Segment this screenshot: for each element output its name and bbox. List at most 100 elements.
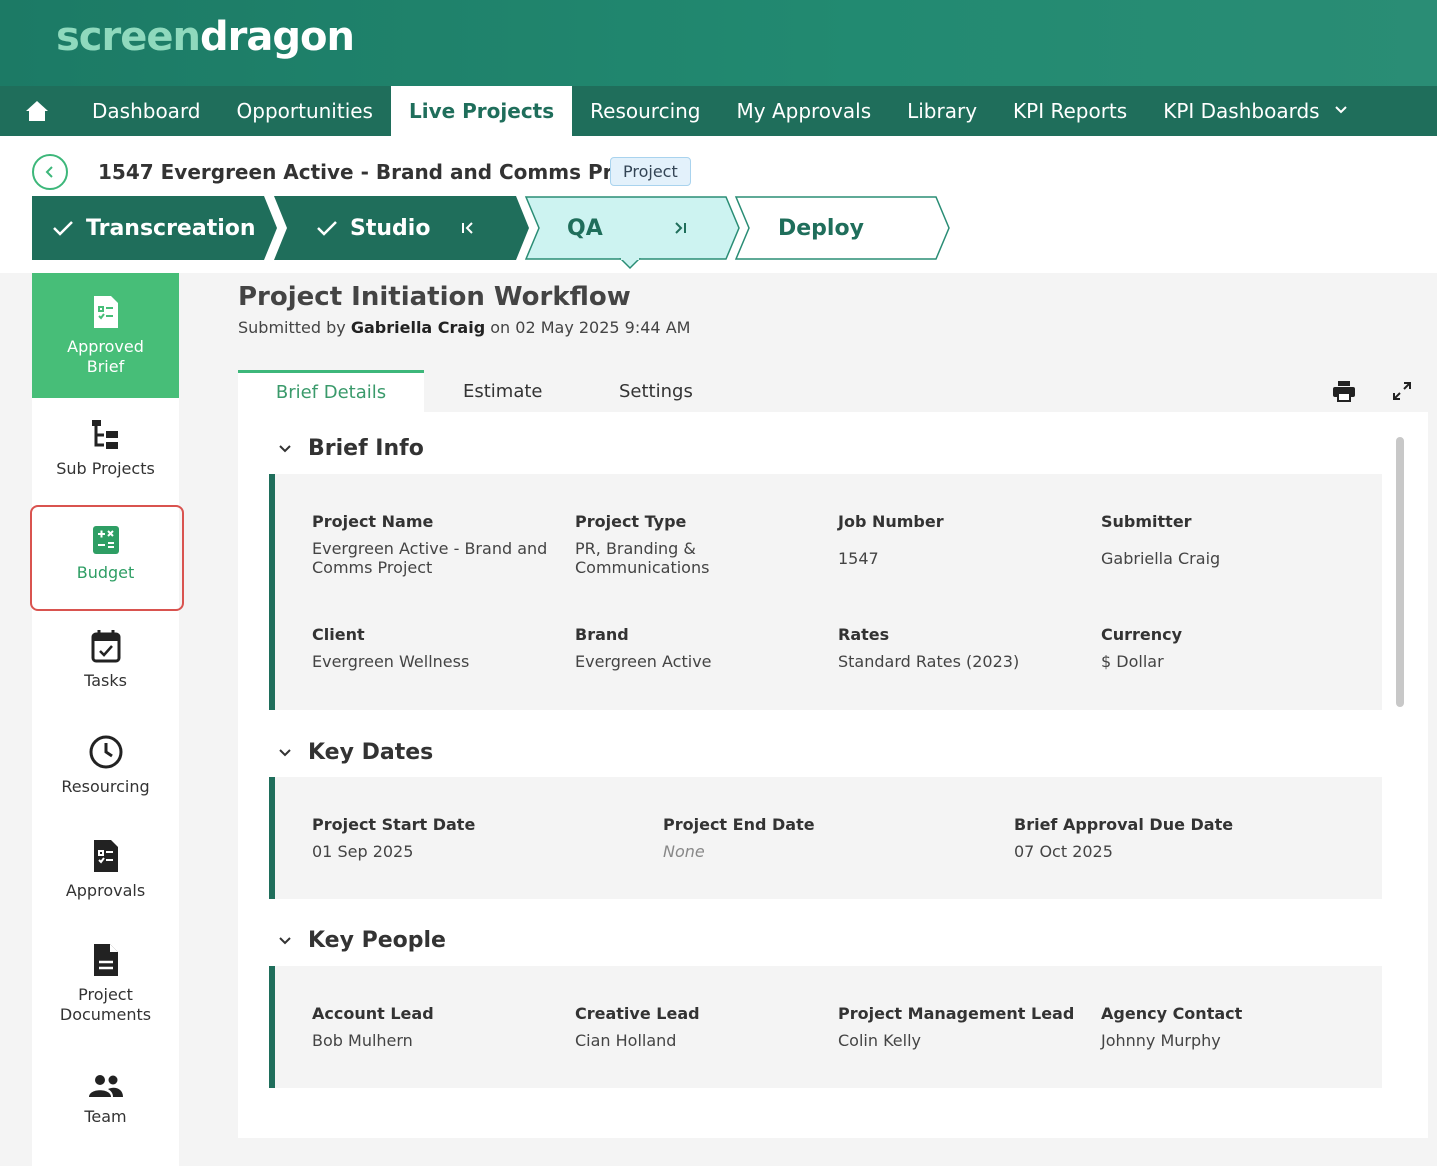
field-project-name: Project Name Evergreen Active - Brand an… <box>312 512 562 577</box>
submitted-line: Submitted by Gabriella Craig on 02 May 2… <box>238 318 690 337</box>
approved-brief-icon <box>93 296 118 328</box>
sidebar-item-approved-brief[interactable]: Approved Brief <box>32 273 179 398</box>
sidebar-label: Sub Projects <box>56 459 155 478</box>
sidebar-item-project-documents[interactable]: Project Documents <box>32 943 179 1043</box>
field-label: Currency <box>1101 625 1183 644</box>
back-button[interactable] <box>32 154 68 190</box>
field-label: Brand <box>575 625 629 644</box>
nav-opportunities[interactable]: Opportunities <box>219 86 391 136</box>
workflow-stages: Transcreation Studio QA Deploy <box>32 196 962 270</box>
section-key-people[interactable]: Key People <box>278 928 446 953</box>
field-value: Bob Mulhern <box>312 1031 413 1050</box>
sidebar-label: Approved Brief <box>67 337 144 376</box>
stage-qa[interactable]: QA <box>567 196 603 260</box>
submitted-date: on 02 May 2025 9:44 AM <box>490 318 691 337</box>
print-icon[interactable] <box>1330 378 1358 404</box>
field-label: Job Number <box>838 512 944 531</box>
chevron-down-icon <box>279 444 291 452</box>
stage-studio-label: Studio <box>350 215 431 241</box>
chevron-down-icon <box>1334 103 1348 119</box>
tasks-icon <box>91 630 120 663</box>
field-value: 01 Sep 2025 <box>312 842 414 861</box>
app-header: screen dragon <box>0 0 1437 86</box>
field-value: $ Dollar <box>1101 652 1164 671</box>
sidebar-item-resourcing[interactable]: Resourcing <box>32 735 179 815</box>
stage-transcreation-label: Transcreation <box>86 215 256 241</box>
field-label: Project Management Lead <box>838 1004 1075 1023</box>
nav-my-approvals[interactable]: My Approvals <box>719 86 890 136</box>
check-icon <box>317 221 337 236</box>
project-title: 1547 Evergreen Active - Brand and Comms … <box>98 160 669 184</box>
field-label: Submitter <box>1101 512 1192 531</box>
nav-kpi-dashboards-label: KPI Dashboards <box>1163 99 1320 123</box>
team-icon <box>88 1075 123 1097</box>
field-project-start-date: Project Start Date 01 Sep 2025 <box>312 815 632 861</box>
field-value: Standard Rates (2023) <box>838 652 1020 671</box>
tab-brief-details[interactable]: Brief Details <box>238 370 424 412</box>
nav-live-projects[interactable]: Live Projects <box>390 86 573 136</box>
field-agency-contact: Agency Contact Johnny Murphy <box>1101 1004 1361 1050</box>
field-label: Rates <box>838 625 890 644</box>
field-project-type: Project Type PR, Branding & Communicatio… <box>575 512 775 577</box>
stage-studio[interactable]: Studio <box>316 196 430 260</box>
sidebar-label: Approvals <box>65 881 146 900</box>
field-project-end-date: Project End Date None <box>663 815 983 861</box>
field-value: Colin Kelly <box>838 1031 921 1050</box>
skip-forward-icon[interactable] <box>672 196 688 260</box>
field-label: Project Type <box>575 512 687 531</box>
sidebar-item-approvals[interactable]: Approvals <box>32 839 179 919</box>
submitted-prefix: Submitted by <box>238 318 346 337</box>
field-value: PR, Branding & Communications <box>575 539 710 577</box>
document-icon <box>93 944 118 976</box>
field-brand: Brand Evergreen Active <box>575 625 815 671</box>
skip-back-icon[interactable] <box>460 196 476 260</box>
sidebar-label: Resourcing <box>61 777 150 796</box>
field-label: Account Lead <box>312 1004 434 1023</box>
screendragon-logo[interactable]: screen dragon <box>56 14 355 60</box>
field-label: Brief Approval Due Date <box>1014 815 1234 834</box>
key-people-card: Account Lead Bob Mulhern Creative Lead C… <box>269 966 1382 1088</box>
home-icon[interactable] <box>0 86 74 136</box>
chevron-left-icon <box>45 166 53 178</box>
field-value: Evergreen Active - Brand and Comms Proje… <box>312 539 548 577</box>
sidebar-item-sub-projects[interactable]: Sub Projects <box>32 419 179 499</box>
stage-deploy[interactable]: Deploy <box>778 196 864 260</box>
field-value: None <box>663 842 705 861</box>
field-value: Evergreen Wellness <box>312 652 470 671</box>
nav-library[interactable]: Library <box>889 86 995 136</box>
field-label: Agency Contact <box>1101 1004 1243 1023</box>
check-icon <box>53 221 73 236</box>
sub-projects-icon <box>91 420 118 449</box>
nav-kpi-reports[interactable]: KPI Reports <box>995 86 1145 136</box>
submitted-by: Gabriella Craig <box>350 318 486 337</box>
sidebar-item-team[interactable]: Team <box>32 1073 179 1153</box>
sidebar-label: Project Documents <box>59 985 152 1024</box>
field-value: 07 Oct 2025 <box>1014 842 1113 861</box>
sidebar-item-tasks[interactable]: Tasks <box>32 629 179 709</box>
chevron-down-icon <box>279 748 291 756</box>
stage-transcreation[interactable]: Transcreation <box>52 196 256 260</box>
expand-icon[interactable] <box>1388 378 1416 404</box>
nav-kpi-dashboards[interactable]: KPI Dashboards <box>1145 86 1365 136</box>
nav-resourcing[interactable]: Resourcing <box>572 86 718 136</box>
field-brief-approval-due-date: Brief Approval Due Date 07 Oct 2025 <box>1014 815 1354 861</box>
chevron-down-icon <box>279 936 291 944</box>
section-brief-info[interactable]: Brief Info <box>278 436 424 461</box>
field-value: Gabriella Craig <box>1101 549 1221 568</box>
approvals-icon <box>93 840 118 872</box>
field-creative-lead: Creative Lead Cian Holland <box>575 1004 825 1050</box>
scrollbar[interactable] <box>1396 437 1404 707</box>
field-account-lead: Account Lead Bob Mulhern <box>312 1004 562 1050</box>
nav-dashboard[interactable]: Dashboard <box>74 86 219 136</box>
budget-highlight-box <box>30 505 184 611</box>
project-badge: Project <box>610 157 691 186</box>
field-value: Evergreen Active <box>575 652 712 671</box>
tab-settings[interactable]: Settings <box>619 370 693 412</box>
field-label: Project Name <box>312 512 434 531</box>
clock-icon <box>89 735 122 769</box>
brief-info-card: Project Name Evergreen Active - Brand an… <box>269 474 1382 710</box>
section-key-dates[interactable]: Key Dates <box>278 740 433 765</box>
tab-estimate[interactable]: Estimate <box>463 370 543 412</box>
field-submitter: Submitter Gabriella Craig <box>1101 512 1341 568</box>
field-rates: Rates Standard Rates (2023) <box>838 625 1078 671</box>
